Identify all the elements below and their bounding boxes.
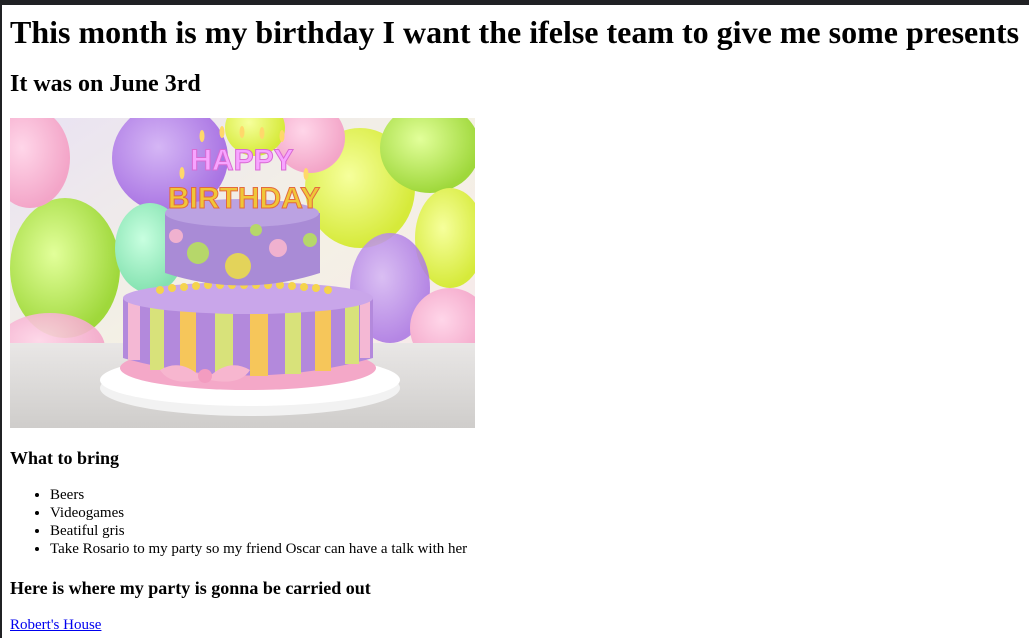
browser-left-edge (0, 5, 2, 638)
birthday-cake-image: HAPPY BIRTHDAY (10, 118, 475, 428)
page-title: This month is my birthday I want the ife… (10, 14, 1020, 50)
list-item: Beatiful gris (50, 522, 1022, 540)
list-item: Beers (50, 486, 1022, 504)
svg-text:HAPPY: HAPPY (190, 144, 293, 177)
roberts-house-link[interactable]: Robert's House (10, 617, 101, 633)
browser-top-edge (0, 0, 1029, 5)
page-content: This month is my birthday I want the ife… (10, 10, 1022, 634)
svg-text:BIRTHDAY: BIRTHDAY (168, 182, 320, 215)
date-heading: It was on June 3rd (10, 71, 201, 97)
party-location-heading: Here is where my party is gonna be carri… (10, 578, 371, 598)
what-to-bring-heading: What to bring (10, 448, 120, 468)
list-item: Take Rosario to my party so my friend Os… (50, 540, 1022, 558)
party-link-paragraph: Robert's House (10, 616, 1022, 634)
list-item: Videogames (50, 504, 1022, 522)
bring-list: Beers Videogames Beatiful gris Take Rosa… (10, 486, 1022, 558)
